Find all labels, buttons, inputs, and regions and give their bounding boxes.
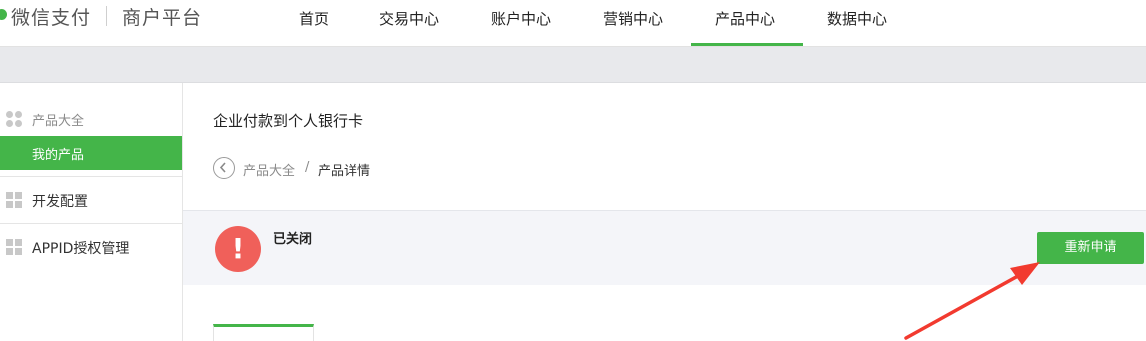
sidebar: 产品大全 我的产品 开发配置 APPID授权管理 [0,83,183,341]
sidebar-divider [0,223,182,224]
page-title: 企业付款到个人银行卡 [213,112,364,130]
apps-dots-icon [6,111,22,127]
nav-active-indicator [691,43,803,46]
nav-item-home[interactable]: 首页 [299,8,329,29]
grid-icon [6,239,22,255]
breadcrumb-parent[interactable]: 产品大全 [243,160,295,179]
brand-name[interactable]: 微信支付 [11,3,91,30]
sidebar-item-label: 我的产品 [32,148,85,163]
nav-item-data[interactable]: 数据中心 [827,8,887,29]
reapply-button[interactable]: 重新申请 [1037,232,1144,264]
sidebar-group-products[interactable]: 产品大全 [32,110,84,129]
sidebar-item-dev-config[interactable]: 开发配置 [32,191,88,211]
nav-item-products[interactable]: 产品中心 [715,8,775,29]
nav-item-marketing[interactable]: 营销中心 [603,8,663,29]
brand-separator [106,6,107,26]
top-header: 微信支付 商户平台 首页 交易中心 账户中心 营销中心 产品中心 数据中心 [0,0,1146,47]
sidebar-item-appid-auth[interactable]: APPID授权管理 [32,238,129,258]
brand-subtitle[interactable]: 商户平台 [122,3,202,30]
breadcrumb-separator: / [305,160,310,175]
nav-item-transactions[interactable]: 交易中心 [379,8,439,29]
sidebar-item-my-products[interactable]: 我的产品 [0,136,182,170]
chevron-left-icon [219,162,226,173]
status-text: 已关闭 [273,232,313,247]
wechat-pay-logo-icon [0,9,7,20]
detail-tab-active[interactable] [213,324,314,341]
status-panel [183,210,1146,285]
nav-item-account[interactable]: 账户中心 [491,8,551,29]
sub-header-band [0,47,1146,83]
breadcrumb-current: 产品详情 [318,164,371,179]
grid-icon [6,192,22,208]
sidebar-divider [0,176,182,177]
back-button[interactable] [213,157,235,179]
exclamation-icon: ! [215,226,261,272]
